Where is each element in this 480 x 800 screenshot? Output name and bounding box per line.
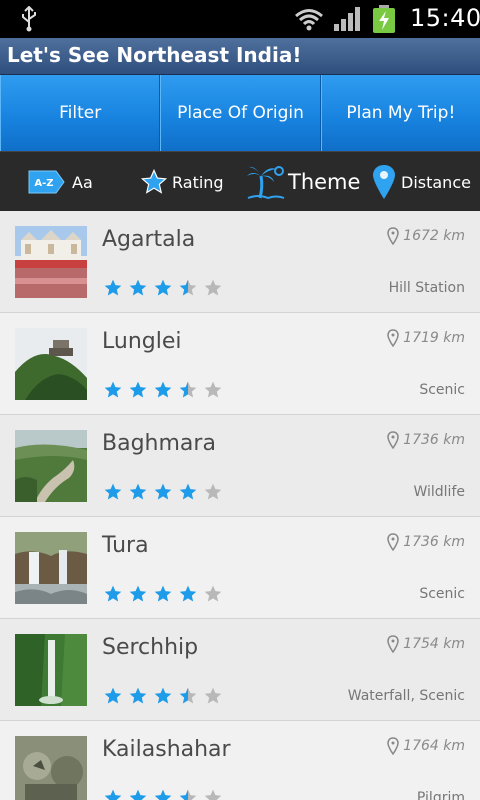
place-thumbnail [15,736,87,800]
signal-icon [334,7,360,31]
rating-star-icon [104,381,122,398]
rating-star-icon [104,585,122,602]
list-item[interactable]: Agartala 1672 km Hill Station [0,211,480,313]
wifi-icon [295,9,323,31]
sort-az-label: Aa [72,172,93,192]
rating-star-icon [129,687,147,704]
rating-star-icon [154,789,172,800]
place-name: Serchhip [102,635,199,660]
place-name: Lunglei [102,329,182,354]
clock: 15:40 [410,4,480,32]
plan-my-trip-button[interactable]: Plan My Trip! [320,75,480,151]
place-distance: 1736 km [387,533,465,551]
app-title-bar: Let's See Northeast India! [0,38,480,75]
rating-star-icon [179,279,197,296]
filter-button[interactable]: Filter [0,75,161,151]
list-item[interactable]: Kailashahar 1764 km Pilgrim [0,721,480,800]
rating-star-icon [204,789,222,800]
rating-star-icon [104,789,122,800]
sort-alphabetical-button[interactable]: A-Z Aa [26,152,93,212]
rating-star-icon [179,789,197,800]
app-title: Let's See Northeast India! [7,43,302,67]
place-name: Kailashahar [102,737,231,762]
place-distance: 1754 km [387,635,465,653]
rating-star-icon [129,483,147,500]
place-theme: Scenic [419,586,465,602]
svg-text:A-Z: A-Z [34,178,53,189]
sort-rating-label: Rating [172,172,224,192]
place-thumbnail [15,430,87,502]
place-theme: Hill Station [388,280,465,296]
list-item[interactable]: Tura 1736 km Scenic [0,517,480,619]
place-thumbnail [15,532,87,604]
place-list: Agartala 1672 km Hill Station Lunglei 17… [0,211,480,800]
place-of-origin-button[interactable]: Place Of Origin [160,75,321,151]
rating-stars [103,584,223,604]
sort-distance-label: Distance [401,172,471,192]
rating-star-icon [104,483,122,500]
sort-theme-button[interactable]: Theme [246,152,360,212]
location-pin-icon [387,635,399,653]
place-name: Agartala [102,227,196,252]
rating-stars [103,482,223,502]
place-theme: Pilgrim [416,790,465,800]
location-pin-icon [387,227,399,245]
usb-icon [22,6,36,32]
location-pin-icon [387,431,399,449]
rating-stars [103,686,223,706]
rating-star-icon [129,789,147,800]
location-pin-icon [387,737,399,755]
sort-distance-button[interactable]: Distance [372,152,471,212]
rating-star-icon [154,687,172,704]
az-sort-icon: A-Z [28,170,65,194]
rating-star-icon [129,279,147,296]
rating-star-icon [129,585,147,602]
rating-star-icon [104,687,122,704]
list-item[interactable]: Baghmara 1736 km Wildlife [0,415,480,517]
place-theme: Scenic [419,382,465,398]
location-pin-icon [387,533,399,551]
rating-star-icon [154,381,172,398]
place-thumbnail [15,634,87,706]
rating-stars [103,788,223,800]
map-pin-icon [373,165,395,199]
location-pin-icon [387,329,399,347]
rating-star-icon [154,279,172,296]
sort-theme-label: Theme [288,170,361,194]
rating-star-icon [204,585,222,602]
place-theme: Wildlife [413,484,465,500]
place-thumbnail [15,226,87,298]
rating-star-icon [154,585,172,602]
rating-star-icon [204,279,222,296]
list-item[interactable]: Serchhip 1754 km Waterfall, Scenic [0,619,480,721]
sort-bar: A-Z Aa Rating Theme Distance [0,151,480,211]
rating-star-icon [179,687,197,704]
rating-star-icon [204,381,222,398]
rating-stars [103,278,223,298]
rating-star-icon [179,381,197,398]
star-icon [140,168,168,194]
rating-star-icon [104,279,122,296]
rating-star-icon [154,483,172,500]
rating-star-icon [204,687,222,704]
battery-charging-icon [373,5,395,33]
rating-star-icon [179,483,197,500]
top-tabs: Filter Place Of Origin Plan My Trip! [0,75,480,151]
place-theme: Waterfall, Scenic [347,688,465,704]
place-name: Tura [102,533,149,558]
rating-stars [103,380,223,400]
place-distance: 1736 km [387,431,465,449]
rating-star-icon [129,381,147,398]
place-distance: 1719 km [387,329,465,347]
status-bar: 15:40 [0,0,480,38]
rating-star-icon [179,585,197,602]
rating-star-icon [204,483,222,500]
place-thumbnail [15,328,87,400]
place-distance: 1672 km [387,227,465,245]
sort-rating-button[interactable]: Rating [140,152,224,212]
place-distance: 1764 km [387,737,465,755]
place-name: Baghmara [102,431,216,456]
palm-tree-icon [247,166,285,200]
list-item[interactable]: Lunglei 1719 km Scenic [0,313,480,415]
